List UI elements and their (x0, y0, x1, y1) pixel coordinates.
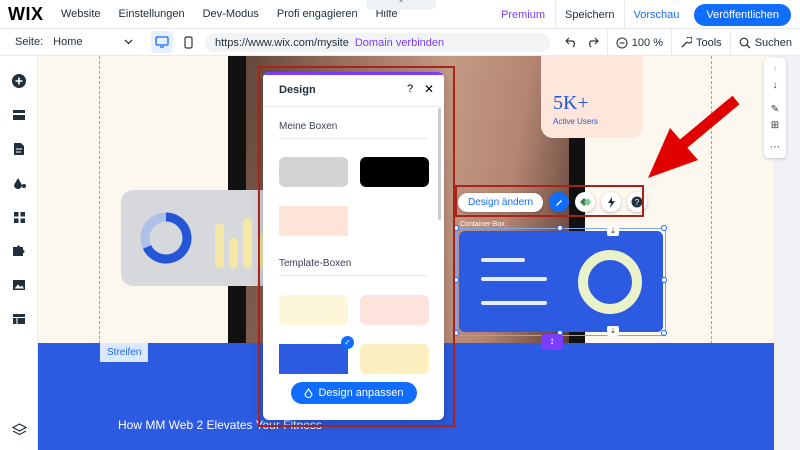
preview-button[interactable]: Vorschau (623, 0, 689, 29)
undo-icon (564, 37, 575, 48)
resize-handle-right[interactable] (661, 277, 667, 283)
menu-website[interactable]: Website (52, 8, 110, 20)
save-button[interactable]: Speichern (555, 0, 624, 29)
left-sidebar (0, 56, 38, 450)
strip-label: Streifen (100, 343, 149, 362)
publish-button[interactable]: Veröffentlichen (694, 3, 791, 26)
cms-button[interactable] (8, 308, 30, 330)
container-box-label: Container-Box (460, 221, 505, 228)
grid-guide-left (99, 56, 100, 344)
add-elements-button[interactable] (8, 70, 30, 92)
highlight-frame-toolbar (455, 185, 644, 217)
add-section-button[interactable] (8, 104, 30, 126)
zoom-control[interactable]: 100 % (606, 29, 671, 56)
device-switcher (151, 31, 199, 53)
mobile-icon (184, 35, 193, 49)
top-right-actions: Premium Speichern Vorschau Veröffentlich… (491, 0, 800, 29)
resize-handle-top[interactable] (557, 225, 563, 231)
desktop-view-button[interactable] (151, 31, 174, 53)
stat-card[interactable]: 5K+ Active Users (541, 56, 643, 138)
zoom-out-icon (616, 36, 628, 49)
tools-button[interactable]: Tools (671, 29, 730, 56)
redo-button[interactable] (586, 29, 607, 56)
page-dropdown[interactable]: Home (53, 36, 133, 48)
annotation-arrow-icon (648, 95, 740, 178)
image-icon (13, 280, 25, 290)
download-icon[interactable]: ⤓ (607, 226, 619, 236)
collapse-toolbar-handle[interactable]: ⌃ (366, 0, 436, 10)
stat-caption: Active Users (553, 117, 598, 126)
highlight-frame-panel (258, 66, 455, 427)
business-apps-button[interactable] (8, 240, 30, 262)
media-button[interactable] (8, 274, 30, 296)
connect-domain-link[interactable]: Domain verbinden (355, 37, 444, 49)
mobile-view-button[interactable] (177, 31, 199, 53)
layers-button[interactable] (8, 419, 30, 441)
top-bar: WIX Website Einstellungen Dev-Modus Prof… (0, 0, 800, 29)
search-label: Suchen (754, 36, 792, 49)
editor-toolbar-right: 100 % Tools Suchen (557, 29, 800, 56)
move-down-icon[interactable]: ↓ (764, 76, 786, 94)
apps-button[interactable] (8, 206, 30, 228)
site-url-bar[interactable]: https://www.wix.com/mysite Domain verbin… (205, 33, 550, 52)
sections-icon (13, 110, 25, 120)
menu-dev-mode[interactable]: Dev-Modus (194, 8, 268, 20)
pages-menu-button[interactable] (8, 138, 30, 160)
redo-icon (588, 37, 599, 48)
search-icon (739, 37, 751, 48)
menu-settings[interactable]: Einstellungen (110, 8, 194, 20)
layout-icon[interactable]: ⊞ (764, 116, 786, 134)
premium-link[interactable]: Premium (491, 9, 555, 21)
layers-icon (11, 423, 27, 436)
more-icon[interactable]: ⋯ (764, 138, 786, 156)
download-icon-bottom[interactable]: ⤓ (607, 326, 619, 336)
top-menu: Website Einstellungen Dev-Modus Profi en… (52, 8, 407, 20)
tools-icon (681, 36, 692, 47)
editor-toolbar: Seite: Home https://www.wix.com/mysite D… (0, 29, 800, 56)
undo-button[interactable] (557, 29, 586, 56)
desktop-icon (155, 36, 169, 48)
resize-handle-tr[interactable] (661, 225, 667, 231)
stat-value: 5K+ (553, 92, 589, 114)
page-label: Seite: (15, 36, 44, 48)
site-design-button[interactable] (8, 172, 30, 194)
site-url: https://www.wix.com/mysite (215, 36, 349, 49)
page-icon (14, 143, 24, 155)
apps-grid-icon (13, 211, 25, 223)
paint-drop-icon (13, 178, 26, 189)
tools-label: Tools (696, 36, 722, 49)
plus-circle-icon (12, 74, 26, 88)
menu-hire-pro[interactable]: Profi engagieren (268, 8, 367, 20)
stretch-button[interactable]: ↕ (541, 334, 563, 350)
search-button[interactable]: Suchen (729, 29, 800, 56)
resize-handle-br[interactable] (661, 330, 667, 336)
puzzle-icon (13, 245, 25, 256)
selection-frame (456, 228, 666, 336)
table-icon (13, 314, 25, 324)
page-dropdown-value: Home (53, 36, 83, 48)
element-quick-toolbar: ↑ ↓ ✎ ⊞ ⋯ (764, 58, 786, 158)
zoom-level: 100 % (631, 36, 663, 49)
chevron-down-icon (124, 39, 133, 45)
wix-logo[interactable]: WIX (0, 4, 52, 25)
